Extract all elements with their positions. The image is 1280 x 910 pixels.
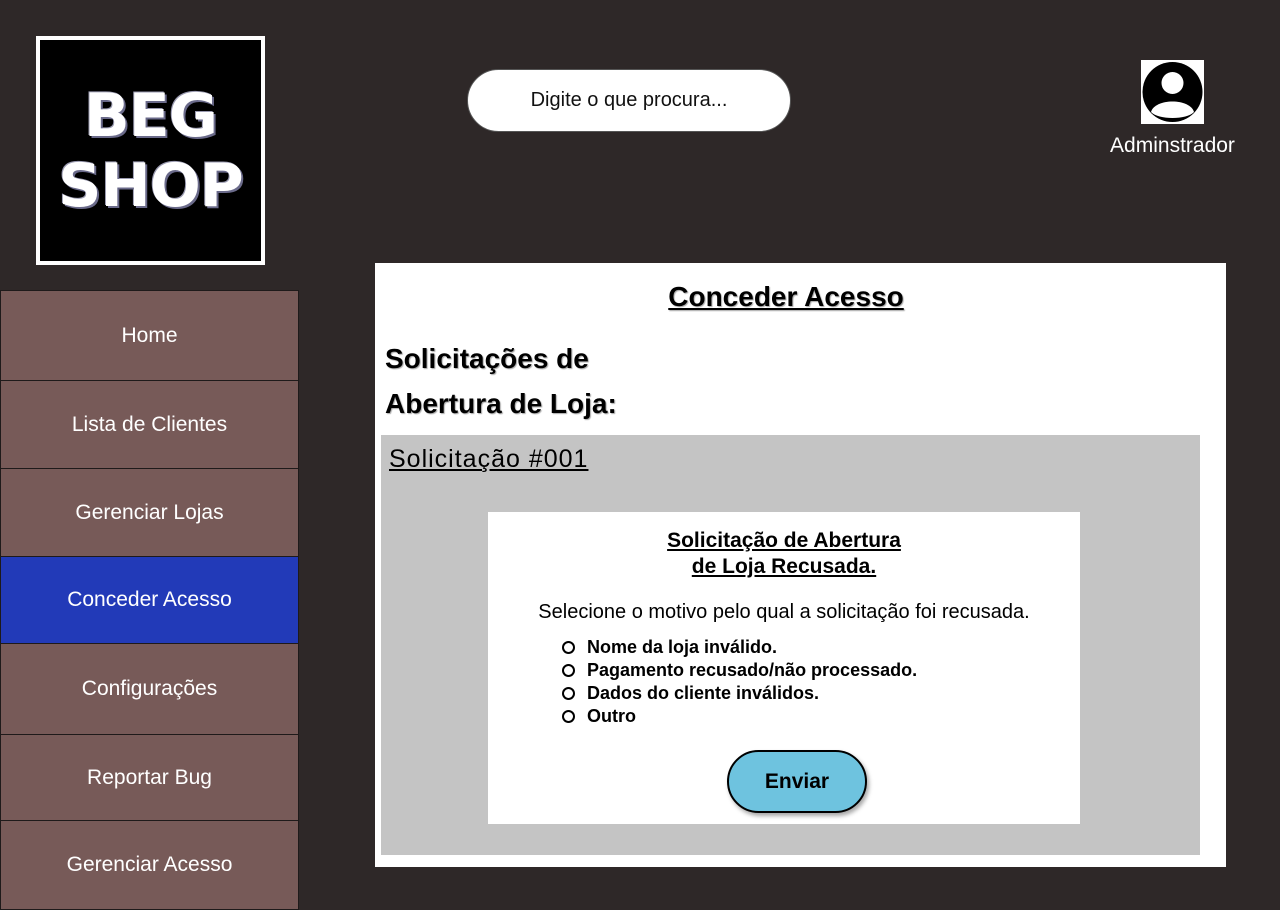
option-label: Dados do cliente inválidos. [587, 683, 820, 703]
page-title: Conceder Acesso [668, 281, 904, 312]
reason-option-other[interactable]: Outro [562, 705, 917, 728]
rejection-dialog: Solicitação de Abertura de Loja Recusada… [488, 512, 1080, 824]
radio-button[interactable] [562, 710, 575, 723]
logo[interactable]: BEG SHOP [36, 36, 265, 265]
main-panel: Conceder Acesso Solicitações de Abertura… [375, 263, 1226, 867]
user-avatar-icon[interactable] [1141, 60, 1204, 124]
dialog-title-line1: Solicitação de Abertura [667, 529, 901, 552]
sidebar-item-gerenciar-acesso[interactable]: Gerenciar Acesso [0, 820, 299, 910]
dialog-title: Solicitação de Abertura de Loja Recusada… [488, 528, 1080, 580]
sidebar-item-lista-de-clientes[interactable]: Lista de Clientes [0, 380, 299, 469]
logo-text-line2: SHOP [58, 150, 243, 221]
section-title-line1: Solicitações de [385, 343, 589, 374]
section-title-line2: Abertura de Loja: [385, 388, 617, 419]
reason-option-invalid-client-data[interactable]: Dados do cliente inválidos. [562, 682, 917, 705]
user-menu[interactable]: Adminstrador [1100, 60, 1245, 158]
submit-button[interactable]: Enviar [727, 750, 867, 813]
dialog-prompt: Selecione o motivo pelo qual a solicitaç… [538, 601, 1030, 623]
reason-options: Nome da loja inválido. Pagamento recusad… [562, 636, 917, 728]
option-label: Pagamento recusado/não processado. [587, 660, 918, 680]
search-input[interactable]: Digite o que procura... [467, 69, 791, 132]
section-title: Solicitações de Abertura de Loja: [385, 336, 705, 426]
reason-option-payment-refused[interactable]: Pagamento recusado/não processado. [562, 659, 917, 682]
option-label: Outro [587, 706, 636, 726]
user-name: Adminstrador [1110, 134, 1235, 157]
reason-option-invalid-store-name[interactable]: Nome da loja inválido. [562, 636, 917, 659]
request-id-link[interactable]: Solicitação #001 [389, 445, 588, 474]
radio-button[interactable] [562, 687, 575, 700]
dialog-title-line2: de Loja Recusada. [691, 555, 877, 578]
radio-button[interactable] [562, 641, 575, 654]
radio-button[interactable] [562, 664, 575, 677]
sidebar-item-reportar-bug[interactable]: Reportar Bug [0, 734, 299, 821]
sidebar-item-configuracoes[interactable]: Configurações [0, 643, 299, 735]
sidebar-item-conceder-acesso[interactable]: Conceder Acesso [0, 556, 299, 644]
sidebar: Home Lista de Clientes Gerenciar Lojas C… [0, 290, 299, 910]
logo-text-line1: BEG [84, 80, 218, 151]
sidebar-item-home[interactable]: Home [0, 290, 299, 381]
option-label: Nome da loja inválido. [587, 637, 778, 657]
request-card: Solicitação #001 Solicitação de Abertura… [381, 435, 1200, 855]
sidebar-item-gerenciar-lojas[interactable]: Gerenciar Lojas [0, 468, 299, 557]
